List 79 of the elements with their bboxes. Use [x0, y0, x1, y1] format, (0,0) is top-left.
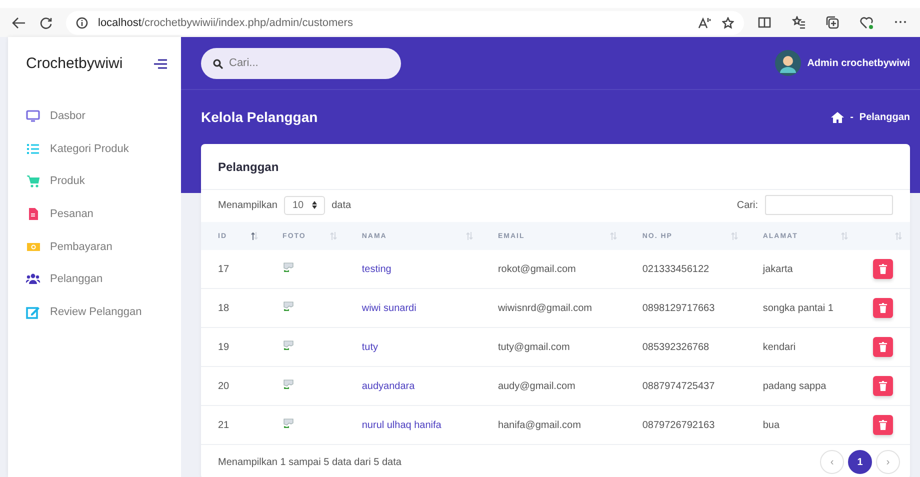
brand-name: Crochetbywiwi — [26, 55, 123, 72]
trash-icon — [879, 381, 887, 391]
search-field[interactable]: Cari... — [201, 48, 401, 78]
address-cell: kendari — [746, 328, 856, 366]
phone-cell: 0887974725437 — [625, 366, 746, 406]
sidebar-item[interactable]: Pesanan — [8, 198, 181, 230]
sidebar-item[interactable]: Dasbor — [8, 100, 181, 133]
id-cell: 21 — [201, 406, 266, 444]
back-arrow-icon[interactable] — [12, 16, 26, 28]
broken-image-icon — [282, 262, 294, 273]
table-info: Menampilkan 1 sampai 5 data dari 5 data — [218, 456, 402, 468]
name-cell: nurul ulhaq hanifa — [344, 406, 481, 444]
length-label: data — [332, 200, 352, 210]
split-screen-icon[interactable] — [758, 16, 772, 29]
name-cell: tuty — [344, 328, 481, 366]
sidebar-item[interactable]: Pembayaran — [8, 230, 181, 263]
menu-icon[interactable] — [153, 58, 167, 70]
name-cell: wiwi sunardi — [344, 288, 481, 328]
sort-arrows-icon — [895, 232, 902, 240]
page-button[interactable]: › — [876, 450, 900, 474]
delete-button[interactable] — [873, 337, 893, 357]
phone-cell: 0879726792163 — [625, 406, 746, 444]
address-cell: jakarta — [746, 250, 856, 288]
name-cell: audyandara — [344, 366, 481, 406]
email-cell: wiwisnrd@gmail.com — [480, 288, 626, 328]
user-name[interactable]: Admin crochetbywiwi — [807, 58, 910, 68]
trash-icon — [879, 420, 887, 430]
length-label: Menampilkan — [218, 200, 278, 210]
page-button[interactable]: 1 — [848, 450, 872, 474]
broken-image-icon — [282, 301, 294, 312]
broken-image-icon — [282, 379, 294, 390]
address-cell: padang sappa — [746, 366, 856, 406]
collections-icon[interactable] — [826, 16, 840, 29]
name-cell: testing — [344, 250, 481, 288]
breadcrumb-item: Pelanggan — [859, 112, 910, 122]
email-cell: tuty@gmail.com — [480, 328, 626, 366]
page-length-select[interactable]: 10 — [284, 196, 325, 214]
url-text: localhost/crochetbywiwii/index.php/admin/customers — [98, 16, 353, 28]
info-icon — [76, 16, 88, 28]
search-label: Cari: — [736, 200, 758, 210]
delete-button[interactable] — [873, 376, 893, 396]
address-cell: songka pantai 1 — [746, 288, 856, 328]
refresh-icon[interactable] — [40, 16, 52, 28]
id-cell: 19 — [201, 328, 266, 366]
sidebar-item[interactable]: Review Pelanggan — [8, 296, 181, 328]
address-bar[interactable]: localhost/crochetbywiwii/index.php/admin/customers — [66, 10, 744, 34]
heart-pulse-icon[interactable] — [860, 16, 874, 29]
trash-icon — [879, 264, 887, 274]
breadcrumb-separator: - — [850, 112, 854, 122]
home-icon[interactable] — [831, 112, 844, 122]
trash-icon — [879, 342, 887, 352]
delete-button[interactable] — [873, 415, 893, 435]
broken-image-icon — [282, 418, 294, 429]
id-cell: 20 — [201, 366, 266, 406]
email-cell: rokot@gmail.com — [480, 250, 626, 288]
sidebar-item[interactable]: Produk — [8, 165, 181, 198]
email-cell: audy@gmail.com — [480, 366, 626, 406]
phone-cell: 0898129717663 — [625, 288, 746, 328]
phone-cell: 085392326768 — [625, 328, 746, 366]
delete-button[interactable] — [873, 298, 893, 318]
star-icon — [722, 16, 734, 28]
delete-button[interactable] — [873, 259, 893, 279]
read-aloud-icon — [698, 16, 712, 28]
email-cell: hanifa@gmail.com — [480, 406, 626, 444]
broken-image-icon — [282, 340, 294, 351]
trash-icon — [879, 303, 887, 313]
sidebar-item[interactable]: Kategori Produk — [8, 132, 181, 166]
favorites-icon[interactable] — [792, 16, 806, 29]
address-cell: bua — [746, 406, 856, 444]
id-cell: 17 — [201, 250, 266, 288]
sort-caret-icon — [312, 201, 317, 209]
page-title: Kelola Pelanggan — [201, 109, 318, 125]
table-search-field[interactable] — [765, 195, 893, 215]
card-title: Pelanggan — [201, 144, 910, 190]
id-cell: 18 — [201, 288, 266, 328]
avatar-icon — [775, 50, 802, 76]
phone-cell: 021333456122 — [625, 250, 746, 288]
sidebar-item[interactable]: Pelanggan — [8, 262, 181, 296]
page-button[interactable]: ‹ — [820, 450, 844, 474]
